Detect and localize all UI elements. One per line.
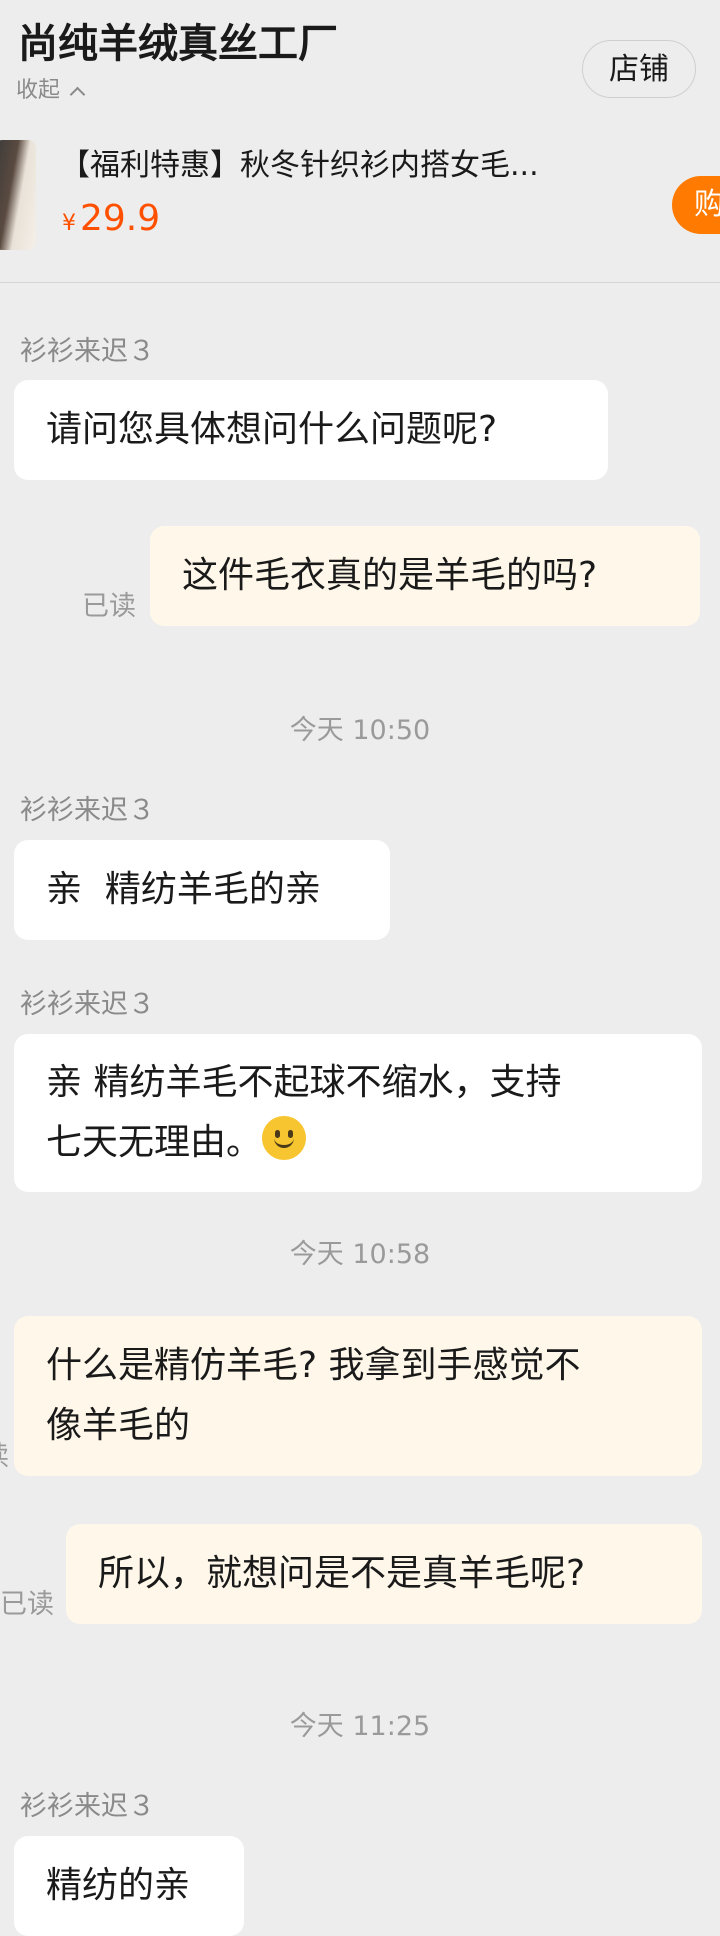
message-line: 亲 精纺羊毛不起球不缩水，支持	[46, 1062, 562, 1103]
chat-header: 尚纯羊绒真丝工厂 收起 店铺	[0, 0, 720, 120]
chevron-up-icon	[69, 86, 86, 102]
price-value: 29.9	[80, 198, 161, 239]
outgoing-message[interactable]: 所以，就想问是不是真羊毛呢?	[66, 1524, 702, 1624]
outgoing-message[interactable]: 这件毛衣真的是羊毛的吗?	[150, 526, 700, 626]
outgoing-message[interactable]: 什么是精仿羊毛? 我拿到手感觉不 像羊毛的	[14, 1316, 702, 1476]
incoming-message[interactable]: 亲 精纺羊毛不起球不缩水，支持 七天无理由。	[14, 1034, 702, 1192]
timestamp: 今天 10:58	[289, 1239, 431, 1270]
timestamp: 今天 11:25	[289, 1711, 431, 1742]
collapse-label: 收起	[16, 78, 61, 103]
read-status: 已读	[82, 591, 136, 622]
timestamp: 今天 10:50	[289, 715, 431, 746]
sender-name: 衫衫来迟３	[20, 795, 155, 826]
message-line: 像羊毛的	[46, 1405, 191, 1446]
message-text: 七天无理由。	[46, 1122, 263, 1163]
incoming-message[interactable]: 请问您具体想问什么问题呢?	[14, 380, 608, 480]
slightly-smiling-face-icon	[262, 1116, 307, 1160]
product-thumbnail[interactable]	[0, 140, 36, 250]
header-divider	[0, 282, 720, 283]
read-status: 已读	[0, 1589, 54, 1620]
read-status: 读	[0, 1440, 9, 1474]
product-price: ¥ 29.9	[62, 198, 160, 239]
incoming-message[interactable]: 亲 精纺羊毛的亲	[14, 840, 390, 940]
message-line: 什么是精仿羊毛? 我拿到手感觉不	[46, 1345, 581, 1386]
shop-name: 尚纯羊绒真丝工厂	[18, 21, 338, 67]
sender-name: 衫衫来迟３	[20, 336, 155, 367]
sender-name: 衫衫来迟３	[20, 989, 155, 1020]
message-line: 七天无理由。	[46, 1113, 670, 1173]
collapse-toggle[interactable]: 收起	[16, 76, 86, 106]
store-button[interactable]: 店铺	[582, 40, 696, 98]
currency-symbol: ¥	[62, 211, 76, 236]
incoming-message[interactable]: 精纺的亲	[14, 1836, 244, 1936]
product-title[interactable]: 【福利特惠】秋冬针织衫内搭女毛...	[60, 146, 539, 186]
product-card[interactable]: 【福利特惠】秋冬针织衫内搭女毛... ¥ 29.9 购	[0, 136, 720, 286]
buy-button[interactable]: 购	[672, 176, 720, 234]
sender-name: 衫衫来迟３	[20, 1791, 155, 1822]
